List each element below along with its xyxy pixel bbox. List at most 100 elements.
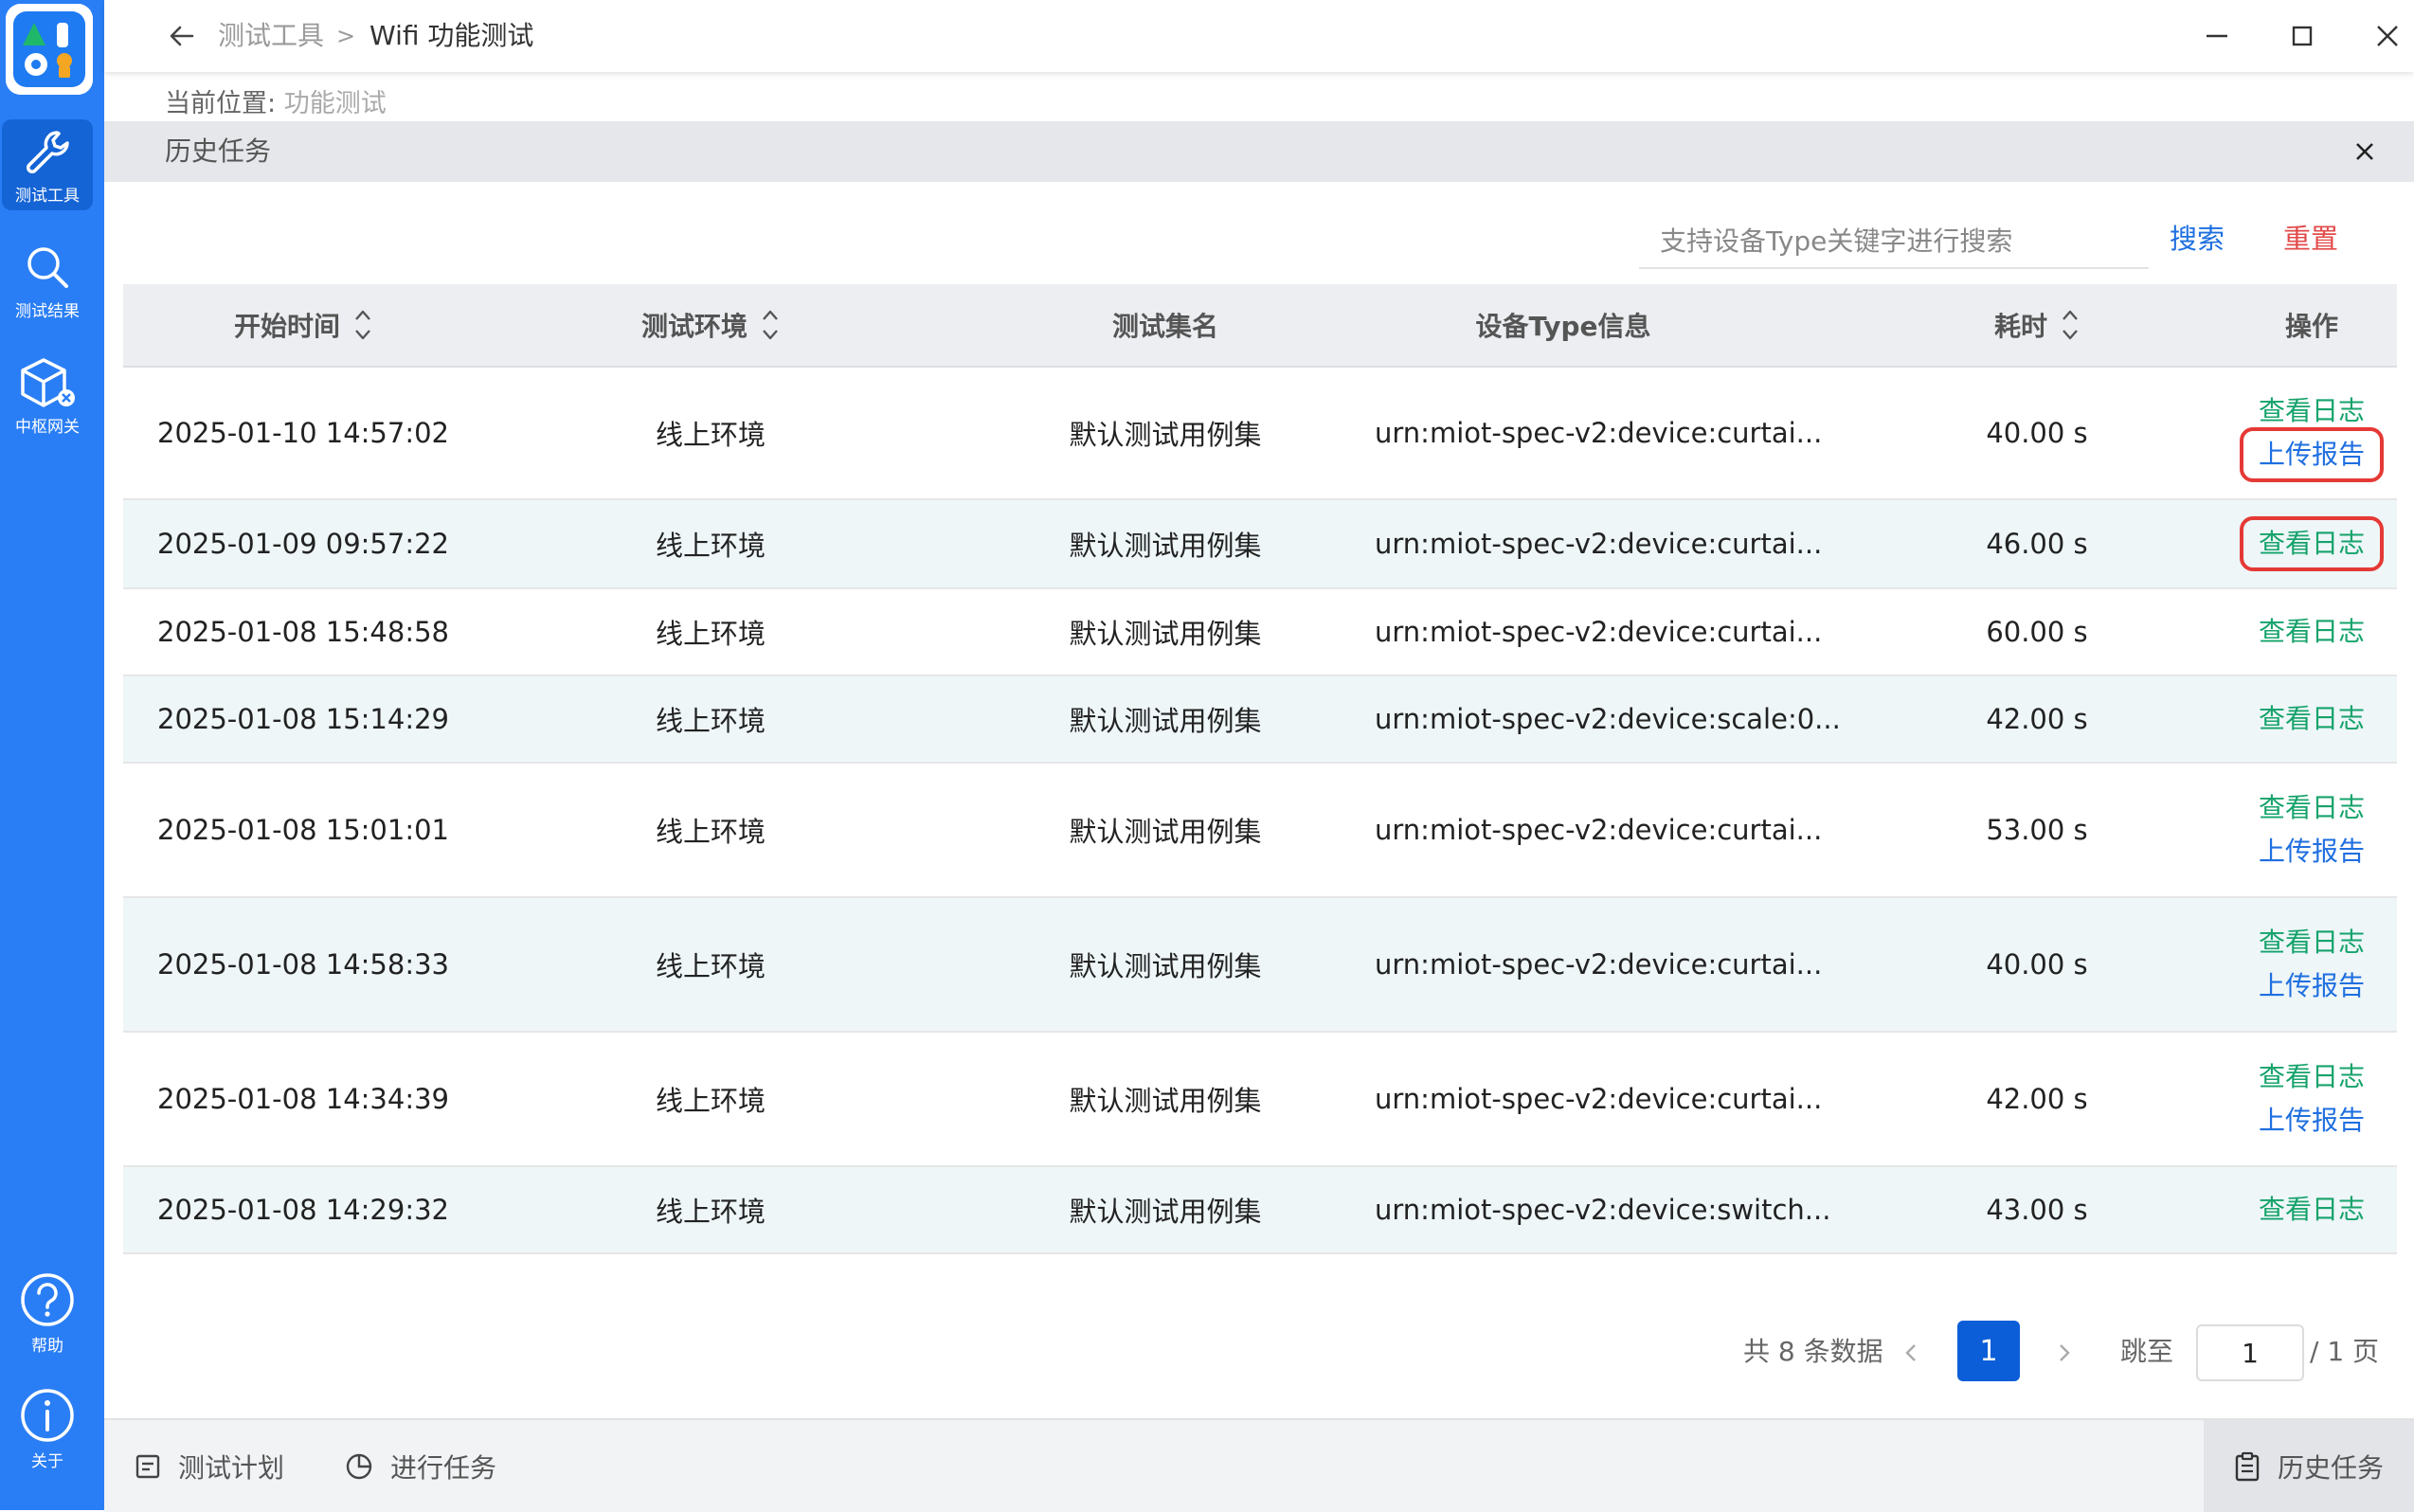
table-row: 2025-01-08 14:29:32 线上环境 默认测试用例集 urn:mio…: [123, 1167, 2397, 1254]
view-log-link[interactable]: 查看日志: [2245, 389, 2378, 433]
column-header-label: 耗时: [1993, 311, 2047, 342]
upload-report-link[interactable]: 上传报告: [2245, 964, 2378, 1008]
view-log-link[interactable]: 查看日志: [2245, 786, 2378, 830]
maximize-icon: [2290, 24, 2315, 48]
table-row: 2025-01-08 15:01:01 线上环境 默认测试用例集 urn:mio…: [123, 764, 2397, 898]
cell-env: 线上环境: [655, 705, 766, 737]
breadcrumb-parent[interactable]: 测试工具: [218, 17, 324, 55]
page-number-button[interactable]: 1: [1957, 1321, 2020, 1381]
column-header-actions: 操作: [2226, 284, 2397, 366]
search-button[interactable]: 搜索: [2170, 220, 2225, 258]
prev-page-button[interactable]: [1893, 1334, 1931, 1372]
cell-start-time: 2025-01-10 14:57:02: [157, 417, 449, 449]
location-value: 功能测试: [283, 89, 387, 118]
minimize-button[interactable]: [2196, 17, 2238, 55]
history-table: 开始时间 测试环境 测试集名 设备Type信息 耗时 操作 2025-01-10…: [123, 284, 2397, 1254]
table-row: 2025-01-10 14:57:02 线上环境 默认测试用例集 urn:mio…: [123, 368, 2397, 500]
column-header-label: 测试环境: [640, 311, 748, 342]
cell-start-time: 2025-01-08 14:29:32: [157, 1194, 449, 1226]
info-icon: [19, 1387, 76, 1444]
cell-start-time: 2025-01-08 14:58:33: [157, 948, 449, 981]
cell-env: 线上环境: [655, 1196, 766, 1228]
cell-duration: 42.00 s: [1986, 1083, 2088, 1115]
cell-device: urn:miot-spec-v2:device:scale:0...: [1375, 703, 1841, 735]
jump-page-input[interactable]: [2196, 1324, 2304, 1381]
upload-report-link[interactable]: 上传报告: [2245, 830, 2378, 873]
cell-env: 线上环境: [655, 950, 766, 982]
tab-test-plan[interactable]: 测试计划: [135, 1420, 284, 1512]
cell-start-time: 2025-01-09 09:57:22: [157, 528, 449, 560]
cell-suite: 默认测试用例集: [1069, 1085, 1262, 1117]
title-bar: 测试工具 > Wifi 功能测试: [104, 0, 2414, 72]
cell-env: 线上环境: [655, 816, 766, 848]
page-title: Wifi 功能测试: [369, 20, 534, 51]
cell-env: 线上环境: [655, 1085, 766, 1117]
cell-actions: 查看日志: [2226, 589, 2397, 675]
cell-actions: 查看日志 上传报告: [2226, 1033, 2397, 1165]
sidebar-item-label: 帮助: [31, 1336, 63, 1356]
search-icon: [21, 241, 74, 294]
cell-duration: 43.00 s: [1986, 1194, 2088, 1226]
view-log-link[interactable]: 查看日志: [2245, 921, 2378, 964]
close-window-button[interactable]: [2367, 17, 2408, 55]
column-header-suite: 测试集名: [1004, 284, 1326, 366]
cell-env: 线上环境: [655, 530, 766, 562]
sidebar-item-label: 测试结果: [15, 301, 80, 321]
search-input[interactable]: [1639, 214, 2149, 269]
cell-device: urn:miot-spec-v2:device:curtai...: [1375, 814, 1823, 846]
tab-label: 测试计划: [178, 1451, 285, 1484]
reset-button[interactable]: 重置: [2283, 220, 2338, 258]
table-row: 2025-01-08 15:48:58 线上环境 默认测试用例集 urn:mio…: [123, 589, 2397, 676]
cell-device: urn:miot-spec-v2:device:curtai...: [1375, 948, 1823, 981]
upload-report-link[interactable]: 上传报告: [2239, 427, 2385, 482]
cell-device: urn:miot-spec-v2:device:switch...: [1375, 1194, 1831, 1226]
column-header-env[interactable]: 测试环境: [549, 284, 872, 366]
tab-label: 进行任务: [390, 1451, 497, 1484]
panel-close-button[interactable]: [2346, 133, 2384, 171]
view-log-link[interactable]: 查看日志: [2245, 1055, 2378, 1099]
cell-device: urn:miot-spec-v2:device:curtai...: [1375, 417, 1823, 449]
next-page-button[interactable]: [2045, 1334, 2082, 1372]
view-log-link[interactable]: 查看日志: [2245, 1188, 2378, 1232]
total-pages: / 1 页: [2310, 1336, 2380, 1367]
maximize-button[interactable]: [2281, 17, 2323, 55]
view-log-link[interactable]: 查看日志: [2245, 697, 2378, 741]
panel-header: 历史任务: [104, 121, 2414, 182]
arrow-left-icon: [168, 22, 196, 50]
back-button[interactable]: [163, 17, 201, 55]
cell-device: urn:miot-spec-v2:device:curtai...: [1375, 616, 1823, 648]
cell-duration: 53.00 s: [1986, 814, 2088, 846]
sidebar-item-help[interactable]: 帮助: [2, 1268, 93, 1359]
column-header-label: 开始时间: [233, 311, 340, 342]
panel-title: 历史任务: [165, 135, 272, 167]
cell-start-time: 2025-01-08 15:48:58: [157, 616, 449, 648]
cell-actions: 查看日志: [2226, 1167, 2397, 1252]
clipboard-icon: [2234, 1451, 2261, 1482]
cell-actions: 查看日志 上传报告: [2226, 368, 2397, 498]
cell-start-time: 2025-01-08 15:14:29: [157, 703, 449, 735]
cell-suite: 默认测试用例集: [1069, 618, 1262, 650]
wrench-icon: [21, 125, 74, 178]
column-header-label: 操作: [2284, 311, 2338, 342]
chevron-left-icon: [1902, 1341, 1921, 1364]
jump-label: 跳至: [2120, 1336, 2174, 1367]
cell-env: 线上环境: [655, 419, 766, 451]
cell-actions: 查看日志: [2226, 500, 2397, 587]
cell-actions: 查看日志 上传报告: [2226, 898, 2397, 1031]
sidebar-item-hub-gateway[interactable]: 中枢网关: [2, 351, 93, 441]
sort-icon: [761, 306, 780, 344]
help-icon: [19, 1271, 76, 1328]
column-header-start-time[interactable]: 开始时间: [142, 284, 464, 366]
view-log-link[interactable]: 查看日志: [2239, 516, 2385, 571]
column-header-duration[interactable]: 耗时: [1904, 284, 2170, 366]
cell-actions: 查看日志 上传报告: [2226, 764, 2397, 896]
upload-report-link[interactable]: 上传报告: [2245, 1099, 2378, 1143]
tab-history-tasks[interactable]: 历史任务: [2203, 1420, 2414, 1512]
sidebar-item-label: 测试工具: [15, 186, 80, 206]
tab-running-tasks[interactable]: 进行任务: [345, 1420, 496, 1512]
sidebar-item-test-results[interactable]: 测试结果: [2, 235, 93, 326]
cell-suite: 默认测试用例集: [1069, 419, 1262, 451]
sidebar-item-test-tools[interactable]: 测试工具: [2, 119, 93, 210]
sidebar-item-about[interactable]: 关于: [2, 1383, 93, 1474]
view-log-link[interactable]: 查看日志: [2245, 610, 2378, 654]
